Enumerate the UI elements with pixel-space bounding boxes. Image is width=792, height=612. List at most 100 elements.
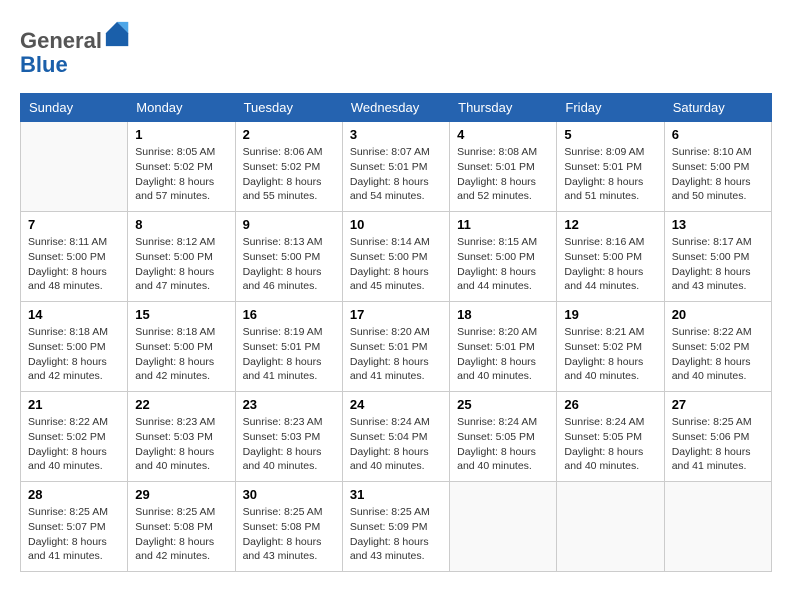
- calendar-day-19: 19 Sunrise: 8:21 AM Sunset: 5:02 PM Dayli…: [557, 302, 664, 392]
- day-info: Sunrise: 8:21 AM Sunset: 5:02 PM Dayligh…: [564, 325, 656, 384]
- day-info: Sunrise: 8:22 AM Sunset: 5:02 PM Dayligh…: [672, 325, 764, 384]
- calendar-week-row: 21 Sunrise: 8:22 AM Sunset: 5:02 PM Dayli…: [21, 392, 772, 482]
- calendar-day-30: 30 Sunrise: 8:25 AM Sunset: 5:08 PM Dayli…: [235, 482, 342, 572]
- day-info: Sunrise: 8:05 AM Sunset: 5:02 PM Dayligh…: [135, 145, 227, 204]
- calendar-table: SundayMondayTuesdayWednesdayThursdayFrid…: [20, 93, 772, 572]
- weekday-header-sunday: Sunday: [21, 94, 128, 122]
- day-info: Sunrise: 8:12 AM Sunset: 5:00 PM Dayligh…: [135, 235, 227, 294]
- calendar-week-row: 1 Sunrise: 8:05 AM Sunset: 5:02 PM Daylig…: [21, 122, 772, 212]
- calendar-day-16: 16 Sunrise: 8:19 AM Sunset: 5:01 PM Dayli…: [235, 302, 342, 392]
- day-number: 19: [564, 307, 656, 322]
- calendar-day-17: 17 Sunrise: 8:20 AM Sunset: 5:01 PM Dayli…: [342, 302, 449, 392]
- day-number: 1: [135, 127, 227, 142]
- day-info: Sunrise: 8:25 AM Sunset: 5:07 PM Dayligh…: [28, 505, 120, 564]
- day-number: 27: [672, 397, 764, 412]
- day-number: 28: [28, 487, 120, 502]
- day-number: 12: [564, 217, 656, 232]
- day-number: 31: [350, 487, 442, 502]
- day-info: Sunrise: 8:24 AM Sunset: 5:05 PM Dayligh…: [564, 415, 656, 474]
- calendar-day-23: 23 Sunrise: 8:23 AM Sunset: 5:03 PM Dayli…: [235, 392, 342, 482]
- calendar-day-2: 2Sunrise: 8:06 AM Sunset: 5:02 PM Daylig…: [235, 122, 342, 212]
- weekday-header-saturday: Saturday: [664, 94, 771, 122]
- calendar-empty: [450, 482, 557, 572]
- day-info: Sunrise: 8:20 AM Sunset: 5:01 PM Dayligh…: [457, 325, 549, 384]
- day-info: Sunrise: 8:25 AM Sunset: 5:09 PM Dayligh…: [350, 505, 442, 564]
- day-info: Sunrise: 8:25 AM Sunset: 5:06 PM Dayligh…: [672, 415, 764, 474]
- calendar-day-12: 12Sunrise: 8:16 AM Sunset: 5:00 PM Dayli…: [557, 212, 664, 302]
- day-number: 8: [135, 217, 227, 232]
- day-info: Sunrise: 8:24 AM Sunset: 5:04 PM Dayligh…: [350, 415, 442, 474]
- day-number: 11: [457, 217, 549, 232]
- day-number: 21: [28, 397, 120, 412]
- weekday-header-wednesday: Wednesday: [342, 94, 449, 122]
- day-info: Sunrise: 8:15 AM Sunset: 5:00 PM Dayligh…: [457, 235, 549, 294]
- calendar-day-31: 31 Sunrise: 8:25 AM Sunset: 5:09 PM Dayli…: [342, 482, 449, 572]
- day-info: Sunrise: 8:19 AM Sunset: 5:01 PM Dayligh…: [243, 325, 335, 384]
- calendar-day-3: 3 Sunrise: 8:07 AM Sunset: 5:01 PM Daylig…: [342, 122, 449, 212]
- calendar-day-27: 27 Sunrise: 8:25 AM Sunset: 5:06 PM Dayli…: [664, 392, 771, 482]
- calendar-day-7: 7Sunrise: 8:11 AM Sunset: 5:00 PM Daylig…: [21, 212, 128, 302]
- day-number: 26: [564, 397, 656, 412]
- weekday-header-tuesday: Tuesday: [235, 94, 342, 122]
- logo-icon: [104, 20, 132, 48]
- day-number: 3: [350, 127, 442, 142]
- logo-blue-text: Blue: [20, 52, 68, 77]
- day-info: Sunrise: 8:17 AM Sunset: 5:00 PM Dayligh…: [672, 235, 764, 294]
- day-number: 10: [350, 217, 442, 232]
- day-info: Sunrise: 8:18 AM Sunset: 5:00 PM Dayligh…: [135, 325, 227, 384]
- calendar-day-5: 5Sunrise: 8:09 AM Sunset: 5:01 PM Daylig…: [557, 122, 664, 212]
- day-number: 20: [672, 307, 764, 322]
- day-info: Sunrise: 8:24 AM Sunset: 5:05 PM Dayligh…: [457, 415, 549, 474]
- day-info: Sunrise: 8:10 AM Sunset: 5:00 PM Dayligh…: [672, 145, 764, 204]
- day-number: 4: [457, 127, 549, 142]
- day-number: 9: [243, 217, 335, 232]
- day-number: 16: [243, 307, 335, 322]
- day-info: Sunrise: 8:13 AM Sunset: 5:00 PM Dayligh…: [243, 235, 335, 294]
- calendar-day-6: 6Sunrise: 8:10 AM Sunset: 5:00 PM Daylig…: [664, 122, 771, 212]
- weekday-header-monday: Monday: [128, 94, 235, 122]
- calendar-week-row: 14 Sunrise: 8:18 AM Sunset: 5:00 PM Dayli…: [21, 302, 772, 392]
- day-info: Sunrise: 8:23 AM Sunset: 5:03 PM Dayligh…: [243, 415, 335, 474]
- calendar-day-24: 24Sunrise: 8:24 AM Sunset: 5:04 PM Dayli…: [342, 392, 449, 482]
- calendar-day-22: 22Sunrise: 8:23 AM Sunset: 5:03 PM Dayli…: [128, 392, 235, 482]
- day-info: Sunrise: 8:07 AM Sunset: 5:01 PM Dayligh…: [350, 145, 442, 204]
- day-number: 14: [28, 307, 120, 322]
- day-info: Sunrise: 8:14 AM Sunset: 5:00 PM Dayligh…: [350, 235, 442, 294]
- calendar-empty: [664, 482, 771, 572]
- logo-general-text: General: [20, 28, 102, 53]
- page-header: General Blue: [20, 20, 772, 77]
- day-info: Sunrise: 8:22 AM Sunset: 5:02 PM Dayligh…: [28, 415, 120, 474]
- calendar-day-15: 15 Sunrise: 8:18 AM Sunset: 5:00 PM Dayli…: [128, 302, 235, 392]
- day-number: 2: [243, 127, 335, 142]
- calendar-day-28: 28 Sunrise: 8:25 AM Sunset: 5:07 PM Dayli…: [21, 482, 128, 572]
- day-info: Sunrise: 8:08 AM Sunset: 5:01 PM Dayligh…: [457, 145, 549, 204]
- day-number: 30: [243, 487, 335, 502]
- calendar-week-row: 7Sunrise: 8:11 AM Sunset: 5:00 PM Daylig…: [21, 212, 772, 302]
- day-info: Sunrise: 8:25 AM Sunset: 5:08 PM Dayligh…: [135, 505, 227, 564]
- calendar-day-8: 8 Sunrise: 8:12 AM Sunset: 5:00 PM Daylig…: [128, 212, 235, 302]
- day-info: Sunrise: 8:25 AM Sunset: 5:08 PM Dayligh…: [243, 505, 335, 564]
- calendar-empty: [21, 122, 128, 212]
- day-info: Sunrise: 8:09 AM Sunset: 5:01 PM Dayligh…: [564, 145, 656, 204]
- calendar-day-1: 1 Sunrise: 8:05 AM Sunset: 5:02 PM Daylig…: [128, 122, 235, 212]
- calendar-day-18: 18 Sunrise: 8:20 AM Sunset: 5:01 PM Dayli…: [450, 302, 557, 392]
- calendar-day-13: 13Sunrise: 8:17 AM Sunset: 5:00 PM Dayli…: [664, 212, 771, 302]
- day-number: 17: [350, 307, 442, 322]
- weekday-header-thursday: Thursday: [450, 94, 557, 122]
- calendar-day-14: 14Sunrise: 8:18 AM Sunset: 5:00 PM Dayli…: [21, 302, 128, 392]
- calendar-week-row: 28 Sunrise: 8:25 AM Sunset: 5:07 PM Dayli…: [21, 482, 772, 572]
- day-number: 18: [457, 307, 549, 322]
- calendar-day-11: 11 Sunrise: 8:15 AM Sunset: 5:00 PM Dayli…: [450, 212, 557, 302]
- day-info: Sunrise: 8:11 AM Sunset: 5:00 PM Dayligh…: [28, 235, 120, 294]
- calendar-day-9: 9 Sunrise: 8:13 AM Sunset: 5:00 PM Daylig…: [235, 212, 342, 302]
- day-number: 25: [457, 397, 549, 412]
- calendar-day-4: 4 Sunrise: 8:08 AM Sunset: 5:01 PM Daylig…: [450, 122, 557, 212]
- calendar-day-20: 20 Sunrise: 8:22 AM Sunset: 5:02 PM Dayli…: [664, 302, 771, 392]
- day-number: 23: [243, 397, 335, 412]
- calendar-day-29: 29 Sunrise: 8:25 AM Sunset: 5:08 PM Dayli…: [128, 482, 235, 572]
- calendar-empty: [557, 482, 664, 572]
- day-number: 29: [135, 487, 227, 502]
- logo: General Blue: [20, 20, 132, 77]
- day-number: 15: [135, 307, 227, 322]
- day-info: Sunrise: 8:20 AM Sunset: 5:01 PM Dayligh…: [350, 325, 442, 384]
